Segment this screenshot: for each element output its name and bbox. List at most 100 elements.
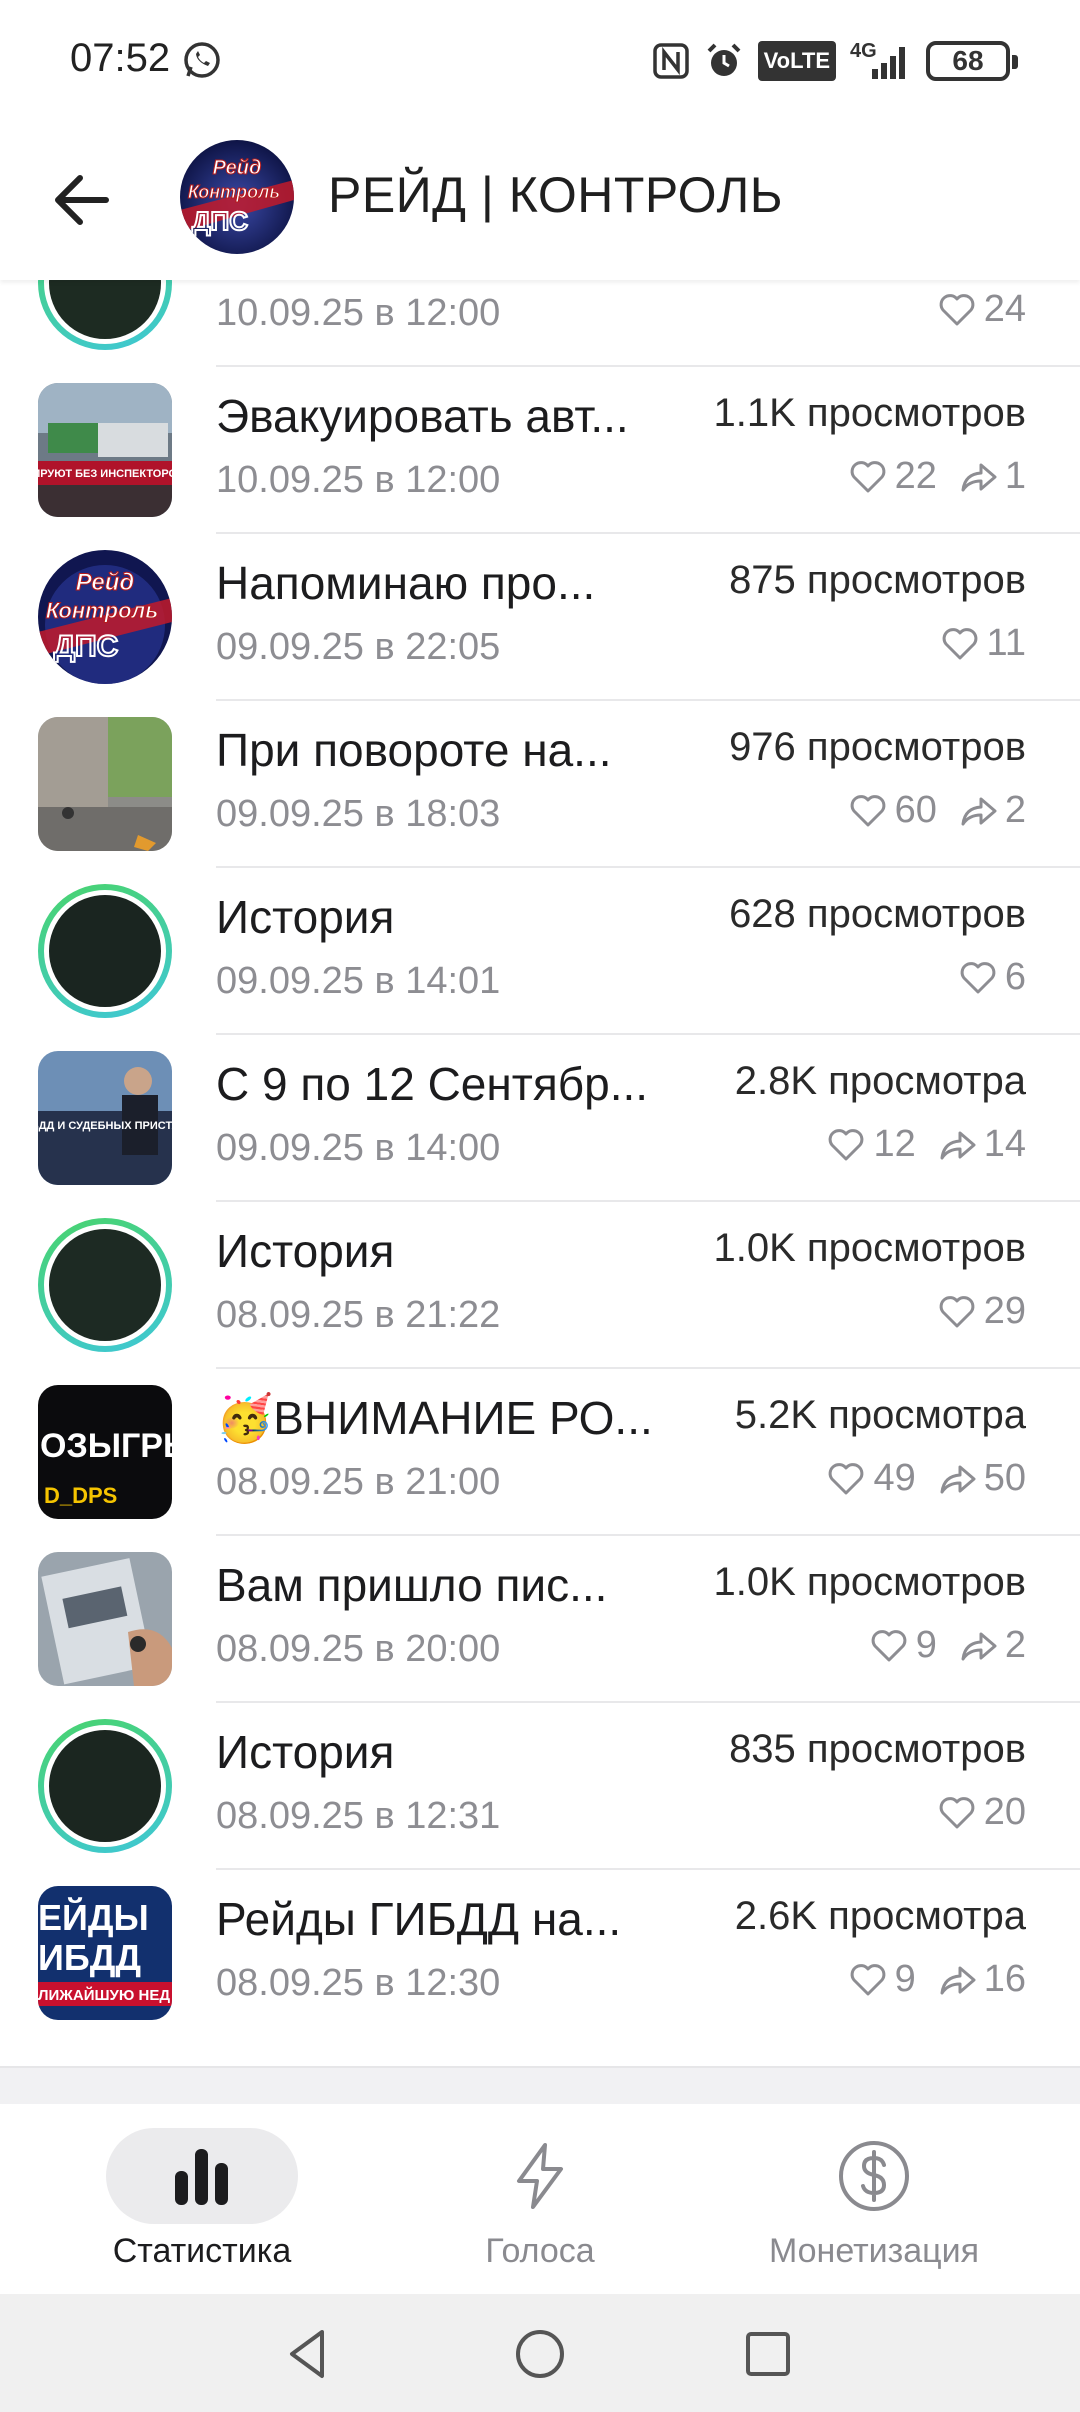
post-thumbnail: [38, 1218, 172, 1352]
heart-icon: [829, 1462, 864, 1494]
nav-tab-monetization[interactable]: Монетизация: [734, 2104, 1014, 2294]
post-thumbnail: Рейд Контроль ДПС: [38, 550, 172, 684]
likes-stat: 24: [936, 288, 1026, 331]
post-stats: 29: [916, 1290, 1026, 1333]
heart-icon: [960, 961, 996, 993]
post-stats: 6: [937, 956, 1026, 999]
likes-stat: 6: [957, 956, 1026, 999]
avatar-text-control: Контроль: [188, 182, 280, 202]
lightning-icon: [517, 2143, 563, 2209]
thumb-caption-2: D_DPS: [44, 1483, 117, 1508]
post-views: 628 просмотров: [729, 892, 1026, 936]
post-stats: 12 14: [805, 1123, 1026, 1166]
list-item[interactable]: История 628 просмотров 09.09.25 в 14:01 …: [0, 868, 1080, 1035]
post-views: 1.0K просмотров: [713, 1560, 1026, 1604]
post-title: С 9 по 12 Сентябр...: [216, 1058, 649, 1110]
post-date: 08.09.25 в 12:31: [216, 1795, 501, 1837]
thumb-caption-2: ИБДД: [38, 1937, 141, 1978]
shares-stat: 50: [936, 1457, 1026, 1500]
nav-tab-voices[interactable]: Голоса: [444, 2104, 636, 2294]
shares-stat: 16: [936, 1958, 1026, 2001]
post-date: 09.09.25 в 14:00: [216, 1127, 501, 1169]
shares-stat: 1: [957, 455, 1026, 498]
likes-stat: 20: [936, 1791, 1026, 1834]
share-arrow-icon: [940, 1966, 976, 1994]
heart-icon: [850, 460, 885, 492]
post-date: 08.09.25 в 20:00: [216, 1628, 501, 1670]
channel-avatar[interactable]: Рейд Контроль ДПС: [180, 140, 294, 254]
nav-label-monetization: Монетизация: [768, 2232, 980, 2270]
nav-pill[interactable]: [778, 2128, 970, 2224]
recents-square-icon[interactable]: [738, 2324, 798, 2384]
post-views: 1.1K просмотров: [713, 391, 1026, 435]
post-list: 10.09.25 в 12:00 24 РИРУЮТ БЕЗ ИНСПЕКТОР…: [0, 280, 1080, 2062]
shares-stat: 2: [957, 789, 1026, 832]
post-title: История: [216, 1225, 395, 1277]
post-stats: 60 2: [827, 789, 1026, 832]
avatar-text-dps: ДПС: [192, 206, 248, 236]
list-item[interactable]: РИРУЮТ БЕЗ ИНСПЕКТОРОВ Эвакуировать авт.…: [0, 367, 1080, 534]
nav-pill[interactable]: [444, 2128, 636, 2224]
list-item[interactable]: РЕЙДЫ ГИБДД И СУДЕБНЫХ ПРИСТАВОВ С 9 по …: [0, 1035, 1080, 1202]
battery-indicator: 68: [926, 41, 1018, 81]
thumb-caption: ЕЙДЫ: [38, 1896, 149, 1938]
post-thumbnail: [38, 280, 172, 350]
likes-count: 9: [915, 1624, 937, 1666]
post-stats: 20: [916, 1791, 1026, 1834]
likes-count: 29: [983, 1290, 1026, 1332]
post-views: 1.0K просмотров: [713, 1226, 1026, 1270]
list-item[interactable]: История 1.0K просмотров 08.09.25 в 21:22…: [0, 1202, 1080, 1369]
status-time: 07:52: [70, 36, 171, 80]
post-views: 835 просмотров: [729, 1727, 1026, 1771]
list-item[interactable]: Вам пришло пис... 1.0K просмотров 08.09.…: [0, 1536, 1080, 1703]
share-arrow-icon: [961, 797, 997, 825]
list-item[interactable]: 10.09.25 в 12:00 24: [0, 280, 1080, 367]
post-title: Вам пришло пис...: [216, 1559, 608, 1611]
status-icons: VoLTE 4G 68: [652, 38, 1018, 84]
nfc-icon: [652, 41, 690, 81]
post-stats: 9 16: [827, 1958, 1026, 2001]
app-header: Рейд Контроль ДПС РЕЙД | КОНТРОЛЬ: [0, 120, 1080, 280]
alarm-icon: [704, 41, 744, 81]
home-circle-icon[interactable]: [510, 2324, 570, 2384]
list-end-separator: [0, 2066, 1080, 2104]
post-views: 2.8K просмотра: [734, 1059, 1026, 1103]
nav-tab-statistics[interactable]: Статистика: [106, 2104, 298, 2294]
post-date: 08.09.25 в 21:22: [216, 1294, 501, 1336]
likes-count: 9: [894, 1958, 916, 2000]
thumb-text-raid: Рейд: [76, 569, 135, 596]
post-stats: 22 1: [827, 455, 1026, 498]
heart-icon: [850, 794, 885, 826]
post-views: 2.6K просмотра: [734, 1894, 1026, 1938]
likes-count: 24: [983, 288, 1026, 330]
post-thumbnail: [38, 717, 172, 851]
heart-icon: [939, 1796, 975, 1828]
post-date: 09.09.25 в 18:03: [216, 793, 501, 835]
back-triangle-icon[interactable]: [278, 2324, 338, 2384]
post-title: История: [216, 891, 395, 943]
post-title: История: [216, 1726, 395, 1778]
list-item[interactable]: При повороте на... 976 просмотров 09.09.…: [0, 701, 1080, 868]
post-title: 🥳ВНИМАНИЕ РО...: [216, 1392, 653, 1444]
list-item[interactable]: Рейд Контроль ДПС Напоминаю про... 875 п…: [0, 534, 1080, 701]
shares-stat: 14: [936, 1123, 1026, 1166]
post-thumbnail: [38, 884, 172, 1018]
share-arrow-icon: [940, 1465, 976, 1493]
list-item[interactable]: ЕЙДЫ ИБДД ЛИЖАЙШУЮ НЕД Рейды ГИБДД на...…: [0, 1870, 1080, 2037]
heart-icon: [939, 1295, 975, 1327]
post-title: Эвакуировать авт...: [216, 390, 629, 442]
nav-label-statistics: Статистика: [112, 2232, 292, 2270]
list-item[interactable]: ОЗЫГРЫ D_DPS 🥳ВНИМАНИЕ РО... 5.2K просмо…: [0, 1369, 1080, 1536]
likes-stat: 11: [939, 622, 1026, 665]
shares-stat: 2: [957, 1624, 1026, 1667]
status-bar: 07:52 VoLTE 4G 68: [0, 0, 1080, 120]
likes-count: 20: [983, 1791, 1026, 1833]
share-arrow-icon: [940, 1131, 976, 1159]
shares-count: 2: [1004, 789, 1026, 831]
avatar-text-raid: Рейд: [213, 157, 262, 179]
back-arrow-icon[interactable]: [44, 162, 120, 238]
nav-pill-active[interactable]: [106, 2128, 298, 2224]
list-item[interactable]: История 835 просмотров 08.09.25 в 12:31 …: [0, 1703, 1080, 1870]
post-date: 08.09.25 в 12:30: [216, 1962, 501, 2004]
likes-count: 11: [986, 622, 1026, 664]
